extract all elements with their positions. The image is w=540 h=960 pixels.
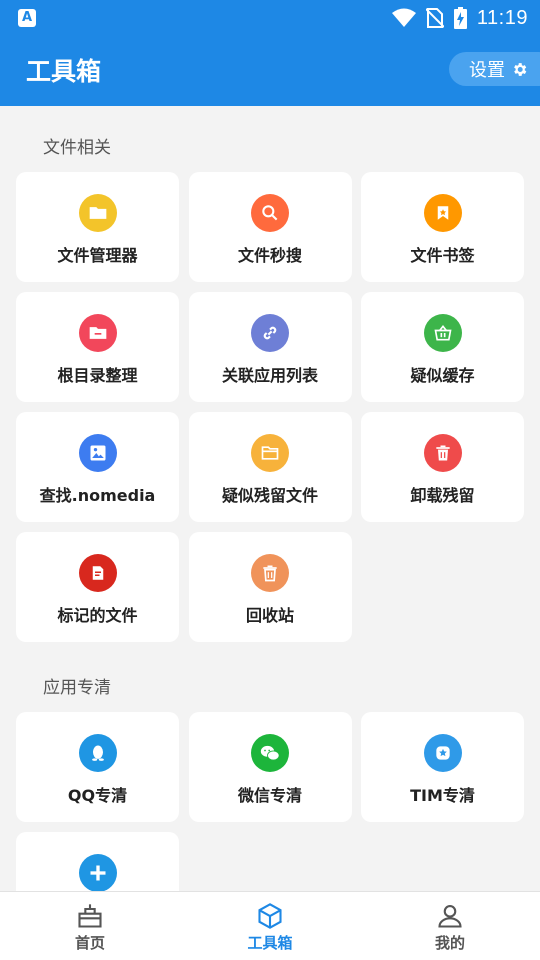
tool-label: 查找.nomedia bbox=[39, 486, 156, 505]
tool-label: 疑似残留文件 bbox=[221, 486, 318, 505]
tool-marked-files[interactable]: 标记的文件 bbox=[16, 532, 179, 642]
qq-icon bbox=[78, 734, 117, 772]
tool-uninstall-residual[interactable]: 卸载残留 bbox=[361, 412, 524, 522]
add-icon bbox=[78, 854, 117, 891]
basket-icon bbox=[423, 314, 462, 352]
tool-suspected-cache[interactable]: 疑似缓存 bbox=[361, 292, 524, 402]
section-title-files: 文件相关 bbox=[43, 138, 111, 158]
tool-root-organize[interactable]: 根目录整理 bbox=[16, 292, 179, 402]
bottom-nav: 首页 工具箱 我的 bbox=[0, 891, 540, 960]
home-basket-icon bbox=[78, 904, 102, 928]
tool-label: 微信专清 bbox=[237, 786, 302, 805]
tool-label: 关联应用列表 bbox=[221, 366, 318, 385]
section-title-app-clean: 应用专清 bbox=[43, 678, 111, 698]
app-bar: 工具箱 设置 bbox=[0, 36, 540, 106]
trash-icon bbox=[423, 434, 462, 472]
settings-button[interactable]: 设置 bbox=[449, 52, 540, 86]
nav-home[interactable]: 首页 bbox=[0, 892, 180, 960]
tool-label: QQ专清 bbox=[67, 786, 128, 805]
tool-tim-clean[interactable]: TIM专清 bbox=[361, 712, 524, 822]
tool-add-app-clean[interactable] bbox=[16, 832, 179, 891]
bookmark-icon bbox=[423, 194, 462, 232]
tool-label: 回收站 bbox=[245, 606, 294, 625]
file-tools-grid: 文件管理器 文件秒搜 文件书签 根目录整理 关联应用列表 疑似缓存 查找.nom… bbox=[16, 172, 524, 642]
nav-label: 首页 bbox=[74, 934, 105, 952]
tool-label: 文件书签 bbox=[410, 246, 475, 265]
nav-label: 我的 bbox=[434, 934, 465, 952]
folder-icon bbox=[78, 194, 117, 232]
tool-label: 标记的文件 bbox=[57, 606, 138, 625]
tool-file-quick-search[interactable]: 文件秒搜 bbox=[188, 172, 352, 282]
folder-outline-icon bbox=[251, 434, 289, 472]
recycle-bin-icon bbox=[251, 554, 289, 592]
nav-label: 工具箱 bbox=[247, 934, 293, 952]
tool-label: 文件管理器 bbox=[57, 246, 138, 265]
tool-find-nomedia[interactable]: 查找.nomedia bbox=[16, 412, 179, 522]
tool-associated-apps[interactable]: 关联应用列表 bbox=[188, 292, 352, 402]
nav-me[interactable]: 我的 bbox=[360, 892, 540, 960]
cube-icon bbox=[258, 903, 282, 929]
status-time: 11:19 bbox=[476, 6, 528, 29]
settings-label: 设置 bbox=[469, 60, 505, 81]
tool-recycle-bin[interactable]: 回收站 bbox=[188, 532, 352, 642]
tool-label: 疑似缓存 bbox=[410, 366, 475, 385]
folder-minus-icon bbox=[78, 314, 117, 352]
tim-icon bbox=[423, 734, 462, 772]
tool-label: 文件秒搜 bbox=[237, 246, 302, 265]
tool-label: 卸载残留 bbox=[410, 486, 475, 505]
tool-qq-clean[interactable]: QQ专清 bbox=[16, 712, 179, 822]
tool-label: 根目录整理 bbox=[57, 366, 138, 385]
image-icon bbox=[78, 434, 117, 472]
wechat-icon bbox=[251, 734, 289, 772]
tool-wechat-clean[interactable]: 微信专清 bbox=[188, 712, 352, 822]
marked-file-icon bbox=[78, 554, 117, 592]
gear-icon bbox=[514, 62, 527, 76]
battery-charging-icon bbox=[453, 7, 467, 29]
page-title: 工具箱 bbox=[26, 57, 102, 86]
tool-suspected-residual[interactable]: 疑似残留文件 bbox=[188, 412, 352, 522]
wifi-icon bbox=[391, 8, 416, 27]
status-bar: A 11:19 bbox=[0, 0, 540, 36]
user-icon bbox=[438, 905, 462, 928]
tool-file-bookmark[interactable]: 文件书签 bbox=[361, 172, 524, 282]
nav-toolbox[interactable]: 工具箱 bbox=[180, 892, 360, 960]
app-clean-grid: QQ专清 微信专清 TIM专清 bbox=[16, 712, 524, 891]
tools-content[interactable]: 文件相关 文件管理器 文件秒搜 文件书签 根目录整理 关联应用列表 疑似缓存 查… bbox=[0, 106, 540, 891]
tool-file-manager[interactable]: 文件管理器 bbox=[16, 172, 179, 282]
link-icon bbox=[251, 314, 289, 352]
tool-label: TIM专清 bbox=[410, 786, 475, 805]
status-right: 11:19 bbox=[391, 6, 528, 30]
no-sim-icon bbox=[425, 8, 444, 28]
search-icon bbox=[251, 194, 289, 232]
app-notification-icon: A bbox=[18, 9, 36, 27]
